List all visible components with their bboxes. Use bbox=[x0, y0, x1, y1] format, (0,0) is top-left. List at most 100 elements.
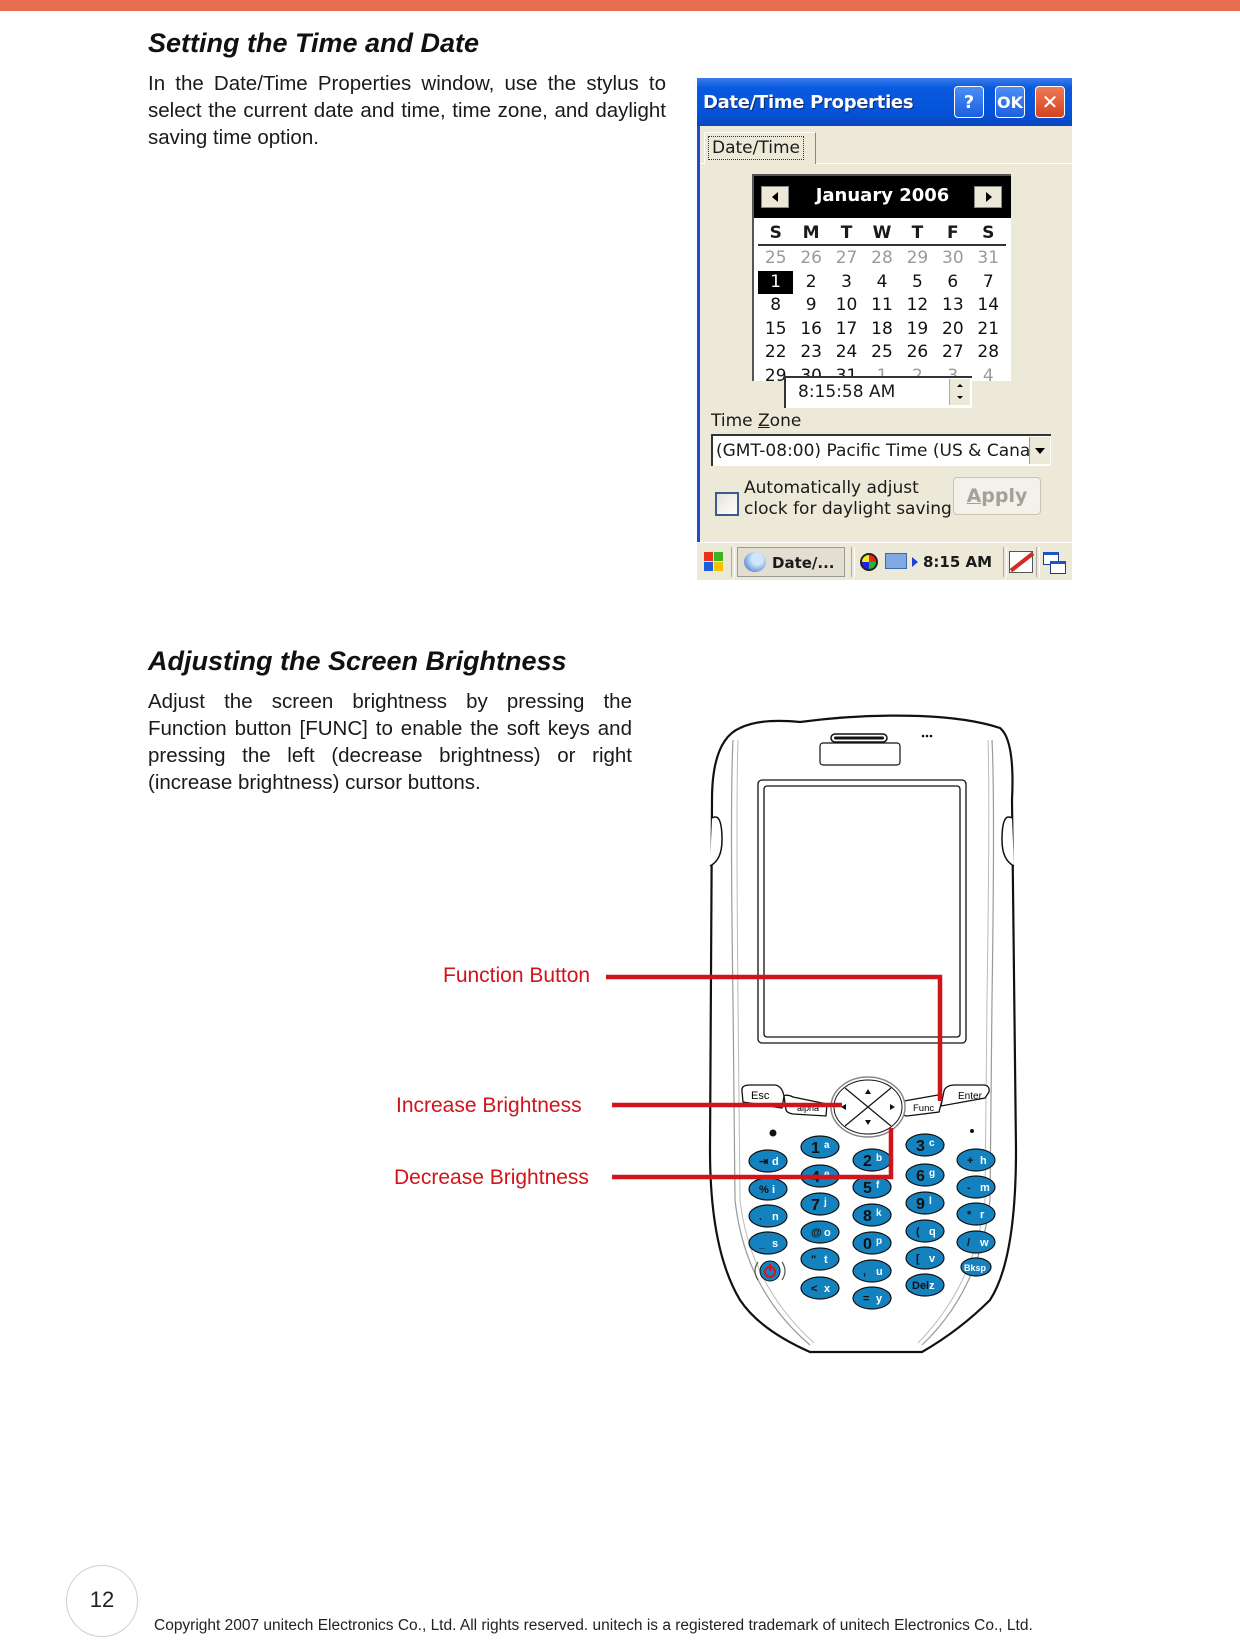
apply-button[interactable]: Apply bbox=[953, 477, 1041, 515]
calendar-day[interactable]: 4 bbox=[971, 365, 1006, 389]
keypad-key[interactable]: @ o bbox=[800, 1220, 840, 1244]
pen-input-icon[interactable] bbox=[1009, 551, 1035, 573]
time-spinner[interactable] bbox=[949, 379, 970, 405]
taskbar-separator bbox=[1003, 547, 1007, 577]
show-desktop-windows-icon[interactable] bbox=[1043, 552, 1066, 574]
keypad-key[interactable]: 9l bbox=[905, 1191, 945, 1215]
enter-key-label[interactable]: Enter bbox=[958, 1091, 983, 1102]
calendar-day[interactable]: 24 bbox=[829, 341, 864, 365]
key-alpha-label: p bbox=[876, 1236, 882, 1247]
calendar-day[interactable]: 25 bbox=[864, 341, 899, 365]
calendar-day[interactable]: 3 bbox=[829, 271, 864, 295]
calendar-day[interactable]: 27 bbox=[935, 341, 970, 365]
keypad-key[interactable]: < x bbox=[800, 1276, 840, 1300]
calendar-day[interactable]: 19 bbox=[900, 318, 935, 342]
calendar-day[interactable]: 12 bbox=[900, 294, 935, 318]
tray-expand-arrow-icon[interactable] bbox=[912, 557, 918, 567]
keypad-key[interactable]: .n bbox=[748, 1204, 788, 1228]
calendar-day[interactable]: 29 bbox=[900, 247, 935, 271]
key-alpha-label: w bbox=[979, 1237, 989, 1249]
input-panel-tray-icon[interactable] bbox=[860, 553, 878, 571]
daylight-saving-label: Automatically adjust clock for daylight … bbox=[744, 478, 952, 520]
daylight-saving-checkbox[interactable] bbox=[715, 492, 739, 516]
calendar-day[interactable]: 26 bbox=[900, 341, 935, 365]
keypad-key[interactable]: " t bbox=[800, 1247, 840, 1271]
func-key-label[interactable]: Func bbox=[913, 1103, 934, 1114]
keypad-key[interactable]: ⇥ d bbox=[748, 1149, 788, 1173]
calendar-day[interactable]: 15 bbox=[758, 318, 793, 342]
led-dot-right bbox=[970, 1129, 974, 1133]
calendar-day[interactable]: 20 bbox=[935, 318, 970, 342]
taskbar-button-date-time[interactable]: Date/... bbox=[737, 547, 845, 577]
help-button[interactable]: ? bbox=[954, 86, 984, 118]
keypad-key[interactable]: 3c bbox=[905, 1133, 945, 1157]
keypad-key[interactable]: 0p bbox=[852, 1231, 892, 1255]
time-zone-select[interactable]: (GMT-08:00) Pacific Time (US & Canada); … bbox=[711, 434, 1051, 466]
calendar-day[interactable]: 9 bbox=[793, 294, 828, 318]
calendar-day[interactable]: 23 bbox=[793, 341, 828, 365]
taskbar-clock[interactable]: 8:15 AM bbox=[923, 553, 992, 571]
calendar-day[interactable]: 4 bbox=[864, 271, 899, 295]
keypad-key[interactable]: 8k bbox=[852, 1203, 892, 1227]
chevron-down-icon bbox=[1035, 448, 1045, 454]
weekday-label: T bbox=[840, 223, 853, 243]
calendar-day[interactable]: 8 bbox=[758, 294, 793, 318]
keypad-key[interactable]: + h bbox=[956, 1148, 996, 1172]
calendar-day[interactable]: 7 bbox=[971, 271, 1006, 295]
keypad-key[interactable]: _ s bbox=[748, 1231, 788, 1255]
calendar-week-row: 15 16 17 18 19 20 21 bbox=[758, 318, 1006, 342]
keypad-key[interactable]: Bksp bbox=[960, 1257, 992, 1277]
calendar-day[interactable]: 22 bbox=[758, 341, 793, 365]
close-button[interactable]: ✕ bbox=[1035, 86, 1065, 118]
calendar-day-selected[interactable]: 1 bbox=[758, 270, 794, 294]
keypad-key[interactable]: * r bbox=[956, 1202, 996, 1226]
keypad-key[interactable]: 2b bbox=[852, 1148, 892, 1172]
calendar-day[interactable]: 17 bbox=[829, 318, 864, 342]
keypad-key[interactable]: -m bbox=[956, 1175, 996, 1199]
calendar-day[interactable]: 11 bbox=[864, 294, 899, 318]
calendar-days-grid: 25 26 27 28 29 30 31 1 2 3 4 5 6 7 8 9 10 11 12 13 14 15 16 17 1… bbox=[758, 247, 1006, 388]
calendar-day[interactable]: 6 bbox=[935, 271, 970, 295]
key-main-label: 6 bbox=[916, 1168, 925, 1185]
calendar-day[interactable]: 30 bbox=[935, 247, 970, 271]
calendar-day[interactable]: 28 bbox=[864, 247, 899, 271]
keypad-key[interactable]: / w bbox=[956, 1230, 996, 1254]
next-month-button[interactable] bbox=[974, 186, 1002, 208]
keypad-key[interactable]: 7j bbox=[800, 1192, 840, 1216]
calendar-day[interactable]: 16 bbox=[793, 318, 828, 342]
time-zone-dropdown-button[interactable] bbox=[1029, 437, 1050, 464]
key-alpha-label: n bbox=[772, 1211, 779, 1223]
apply-accel: A bbox=[966, 485, 982, 507]
keypad-key[interactable]: [v bbox=[905, 1246, 945, 1270]
ok-button[interactable]: OK bbox=[995, 86, 1025, 118]
calendar-day[interactable]: 26 bbox=[793, 247, 828, 271]
calendar-day[interactable]: 25 bbox=[758, 247, 793, 271]
calendar-day[interactable]: 14 bbox=[971, 294, 1006, 318]
spin-down-icon[interactable] bbox=[957, 396, 963, 399]
keypad-key[interactable]: 6g bbox=[905, 1163, 945, 1187]
calendar-day[interactable]: 10 bbox=[829, 294, 864, 318]
keypad-key[interactable]: = y bbox=[852, 1286, 892, 1310]
callout-decrease-brightness: Decrease Brightness bbox=[394, 1166, 589, 1189]
calendar-day[interactable]: 21 bbox=[971, 318, 1006, 342]
time-picker[interactable]: 8:15:58 AM bbox=[784, 376, 972, 408]
keypad-key[interactable]: 1a bbox=[800, 1135, 840, 1159]
keypad-key[interactable]: 5f bbox=[852, 1175, 892, 1199]
keypad-key[interactable]: (q bbox=[905, 1219, 945, 1243]
calendar-day[interactable]: 2 bbox=[793, 271, 828, 295]
start-windows-flag-icon[interactable] bbox=[704, 552, 724, 572]
calendar-day[interactable]: 27 bbox=[829, 247, 864, 271]
calendar-day[interactable]: 28 bbox=[971, 341, 1006, 365]
calendar-week-row: 22 23 24 25 26 27 28 bbox=[758, 341, 1006, 365]
keypad-key[interactable]: % i bbox=[748, 1177, 788, 1201]
calendar-day[interactable]: 18 bbox=[864, 318, 899, 342]
calendar-day[interactable]: 5 bbox=[900, 271, 935, 295]
keypad-key[interactable]: Del z bbox=[905, 1273, 945, 1297]
calendar-day[interactable]: 31 bbox=[971, 247, 1006, 271]
tab-date-time[interactable]: Date/Time bbox=[704, 132, 816, 164]
keypad-key[interactable]: ,u bbox=[852, 1259, 892, 1283]
network-tray-icon[interactable] bbox=[885, 553, 907, 569]
calendar-day[interactable]: 13 bbox=[935, 294, 970, 318]
spin-up-icon[interactable] bbox=[957, 384, 963, 387]
esc-key-label[interactable]: Esc bbox=[751, 1090, 770, 1102]
